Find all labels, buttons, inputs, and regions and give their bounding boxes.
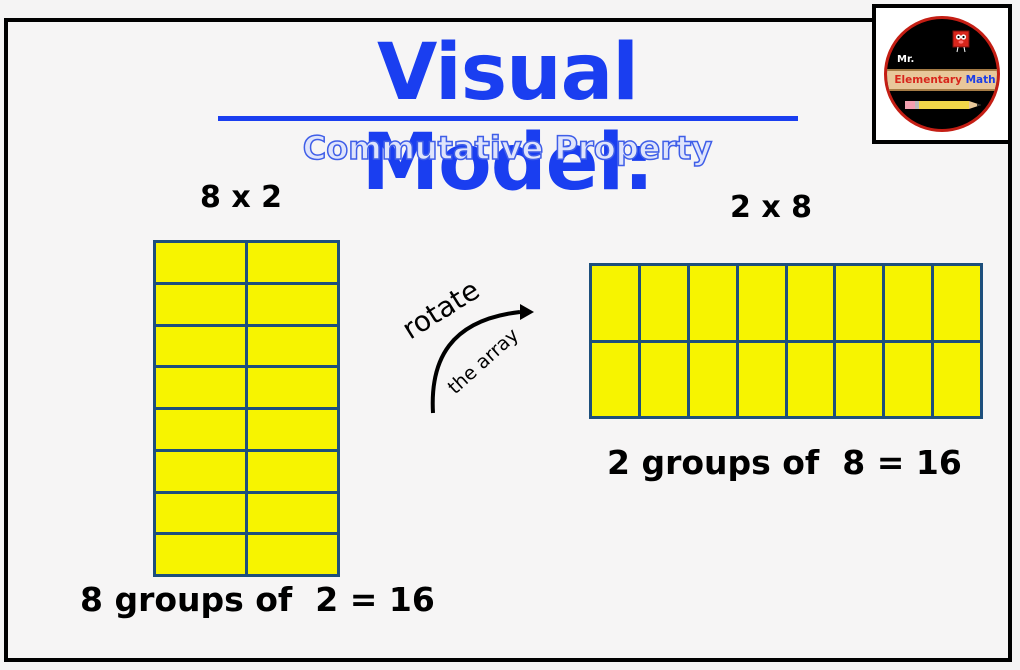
array-cell [248,326,337,366]
logo-word-math: Math [965,74,996,86]
array-cell [156,535,245,574]
array-cell [787,266,834,340]
array-cell [248,535,337,574]
array-cell [248,368,337,407]
logo-prefix: Mr. [897,54,915,65]
array-cell [248,493,337,533]
left-expression: 8 x 2 [200,180,282,215]
array-cell [592,342,638,416]
array-cell [738,266,785,340]
logo-badge: Mr. Elementary Math [884,16,1000,132]
array-cell [156,326,245,366]
left-array [153,240,340,577]
annotation-line2: the array [444,324,523,399]
right-sentence: 2 groups of 8 = 16 [607,443,962,482]
right-array [589,263,983,419]
array-cell [934,266,980,340]
array-cell [156,284,245,324]
array-cell [885,342,932,416]
array-cell [640,342,687,416]
array-cell [248,451,337,491]
array-cell [738,342,785,416]
pencil-icon [905,101,981,109]
logo-ruler: Elementary Math [887,69,997,91]
array-cell [156,243,245,282]
array-cell [885,266,932,340]
array-cell [592,266,638,340]
array-cell [689,342,736,416]
array-cell [640,266,687,340]
annotation-line1: rotate [396,273,485,346]
array-cell [156,493,245,533]
array-cell [934,342,980,416]
logo: Mr. Elementary Math [872,4,1012,144]
array-cell [248,284,337,324]
logo-word-elementary: Elementary [894,74,962,86]
array-cell [787,342,834,416]
arrowhead [520,304,534,320]
left-sentence: 8 groups of 2 = 16 [80,580,435,619]
array-cell [156,451,245,491]
block-character-icon [952,30,970,53]
array-cell [156,368,245,407]
title-underline [218,116,798,121]
subtitle: Commutative Property [302,128,713,168]
array-cell [689,266,736,340]
array-cell [836,342,883,416]
array-cell [248,410,337,449]
right-expression: 2 x 8 [730,190,812,225]
array-cell [836,266,883,340]
rotate-arrow: rotate the array [396,273,534,414]
array-cell [156,410,245,449]
array-cell [248,243,337,282]
